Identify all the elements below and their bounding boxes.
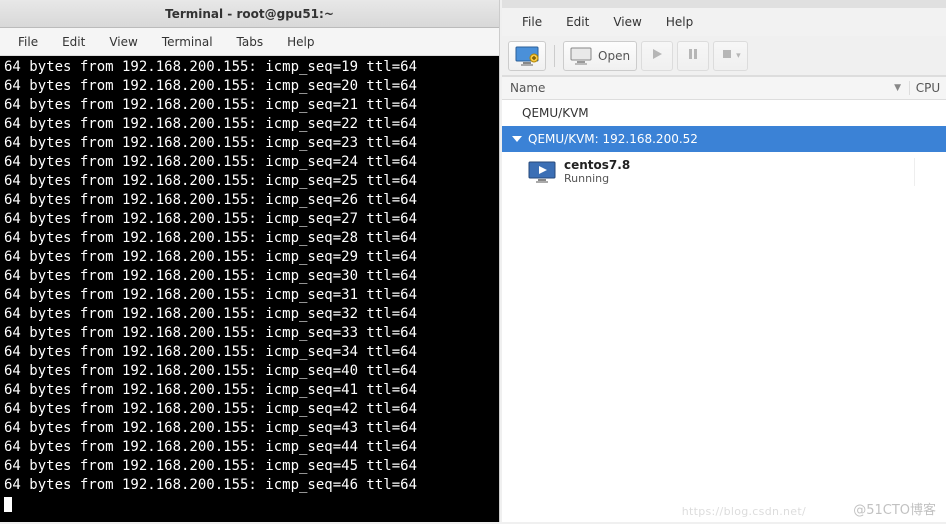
watermark-csdn: https://blog.csdn.net/: [682, 505, 806, 518]
col-header-cpu[interactable]: CPU: [910, 81, 946, 95]
col-header-name[interactable]: Name ▼: [502, 81, 910, 95]
vmm-menu-file[interactable]: File: [510, 13, 554, 31]
open-button-label: Open: [598, 49, 630, 63]
vmm-menu-edit[interactable]: Edit: [554, 13, 601, 31]
pause-button[interactable]: [677, 41, 709, 71]
sort-indicator-icon: ▼: [894, 83, 901, 93]
terminal-menubar: File Edit View Terminal Tabs Help: [0, 28, 499, 56]
vm-row[interactable]: centos7.8 Running: [502, 152, 946, 192]
new-vm-button[interactable]: [508, 41, 546, 71]
vm-cpu-usage: [914, 158, 946, 186]
vm-running-icon: [528, 161, 556, 183]
connection-label: QEMU/KVM: 192.168.200.52: [528, 132, 698, 146]
new-vm-monitor-icon: [515, 46, 539, 66]
col-header-name-label: Name: [510, 81, 545, 95]
vmm-menu-help[interactable]: Help: [654, 13, 705, 31]
toolbar-separator: [554, 45, 555, 67]
virt-manager-titlebar: [502, 0, 946, 8]
connection-label: QEMU/KVM: [522, 106, 589, 120]
terminal-window: Terminal - root@gpu51:~ File Edit View T…: [0, 0, 500, 522]
watermark-51cto: @51CTO博客: [853, 499, 936, 518]
menu-help[interactable]: Help: [277, 33, 324, 51]
shutdown-button[interactable]: ▾: [713, 41, 748, 71]
vm-text: centos7.8 Running: [564, 158, 630, 186]
menu-terminal[interactable]: Terminal: [152, 33, 223, 51]
vm-tree[interactable]: QEMU/KVM QEMU/KVM: 192.168.200.52 centos…: [502, 100, 946, 522]
vm-status: Running: [564, 172, 630, 186]
vmm-menu-view[interactable]: View: [601, 13, 653, 31]
menu-tabs[interactable]: Tabs: [227, 33, 274, 51]
connection-row-local[interactable]: QEMU/KVM: [502, 100, 946, 126]
pause-icon: [686, 47, 700, 64]
menu-file[interactable]: File: [8, 33, 48, 51]
vm-list-header: Name ▼ CPU: [502, 76, 946, 100]
virt-manager-menubar: File Edit View Help: [502, 8, 946, 36]
virt-manager-toolbar: Open ▾: [502, 36, 946, 76]
monitor-icon: [570, 47, 592, 65]
stop-icon: [720, 47, 734, 64]
connection-row-remote[interactable]: QEMU/KVM: 192.168.200.52: [502, 126, 946, 152]
play-icon: [650, 47, 664, 64]
terminal-output[interactable]: 64 bytes from 192.168.200.155: icmp_seq=…: [0, 56, 499, 522]
menu-view[interactable]: View: [99, 33, 147, 51]
terminal-titlebar: Terminal - root@gpu51:~: [0, 0, 499, 28]
chevron-down-icon: ▾: [736, 51, 741, 61]
chevron-down-icon: [512, 136, 522, 142]
vm-name: centos7.8: [564, 158, 630, 172]
open-button[interactable]: Open: [563, 41, 637, 71]
virt-manager-window: File Edit View Help: [502, 0, 946, 522]
menu-edit[interactable]: Edit: [52, 33, 95, 51]
run-button[interactable]: [641, 41, 673, 71]
